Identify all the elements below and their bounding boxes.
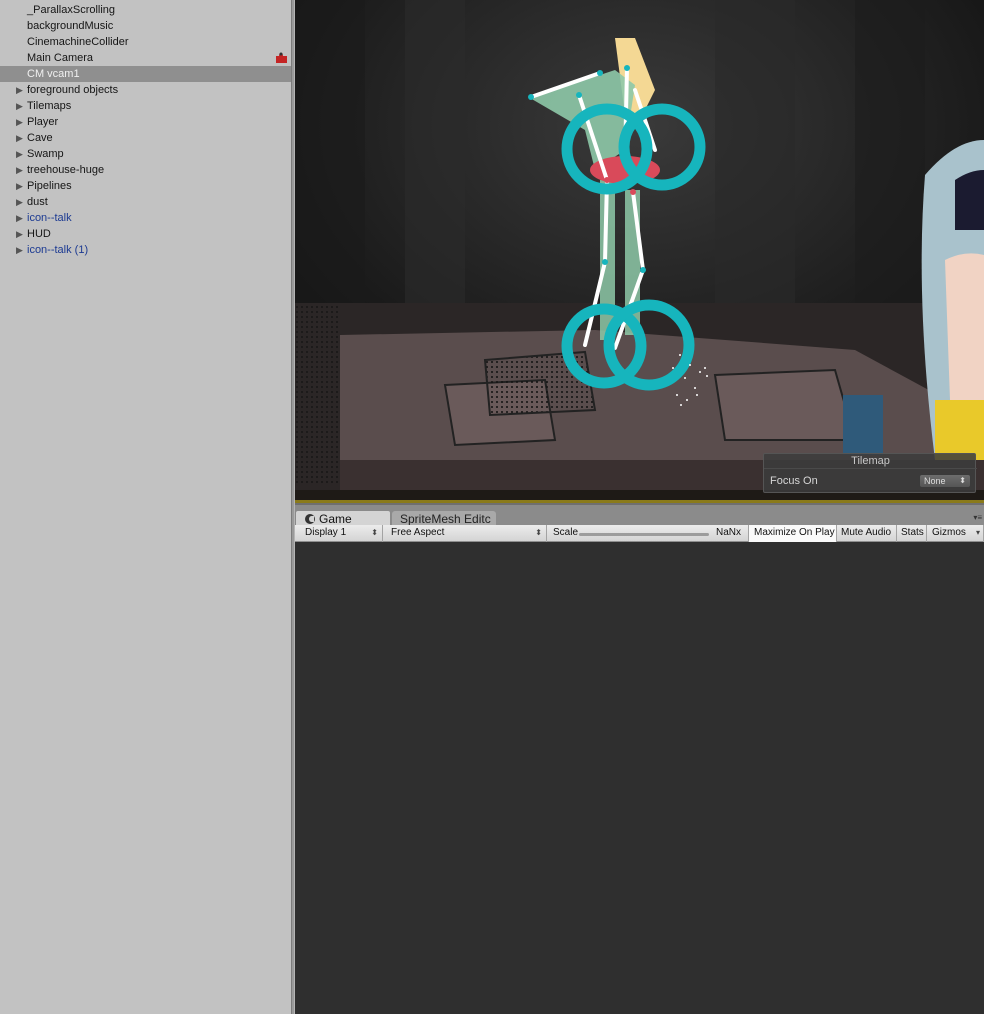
hierarchy-panel: _ParallaxScrolling backgroundMusic Cinemac… (0, 0, 291, 1014)
hierarchy-item[interactable]: ▶ HUD (0, 226, 291, 242)
hierarchy-item-label: Player (27, 116, 59, 128)
hierarchy-item[interactable]: ▶ Player (0, 114, 291, 130)
focus-on-value: None (924, 476, 946, 486)
gizmos-dropdown[interactable]: Gizmos ▾ (927, 525, 984, 542)
focus-on-label: Focus On (770, 475, 818, 487)
dropdown-caret-icon: ⬍ (535, 528, 542, 537)
triangle-right-icon[interactable]: ▶ (16, 82, 26, 98)
dropdown-caret-icon: ⬍ (371, 528, 378, 537)
dropdown-caret-icon: ▾ (975, 528, 980, 537)
tab-game-label: Game (319, 512, 352, 526)
hierarchy-item-label: backgroundMusic (27, 20, 114, 32)
hierarchy-item[interactable]: CinemachineCollider (0, 34, 291, 50)
hierarchy-item[interactable]: ▶ Swamp (0, 146, 291, 162)
hierarchy-item[interactable]: backgroundMusic (0, 18, 291, 34)
puzzle-piece-icon (276, 52, 287, 63)
hierarchy-item[interactable]: ▶ foreground objects (0, 82, 291, 98)
tilemap-title: Tilemap (764, 455, 977, 469)
game-toolbar: Display 1 ⬍ Free Aspect ⬍ Scale NaNx Max… (295, 525, 984, 542)
hierarchy-item-label: treehouse-huge (27, 164, 105, 176)
hierarchy-item-label: Main Camera (27, 52, 94, 64)
display-dropdown-label: Display 1 (305, 527, 347, 538)
pacman-icon (305, 514, 315, 524)
aspect-dropdown[interactable]: Free Aspect ⬍ (385, 525, 547, 542)
triangle-right-icon[interactable]: ▶ (16, 226, 26, 242)
stats-button[interactable]: Stats (897, 525, 927, 542)
triangle-right-icon[interactable]: ▶ (16, 146, 26, 162)
focus-on-dropdown[interactable]: None ⬍ (919, 474, 971, 488)
hierarchy-item-label: Tilemaps (27, 100, 72, 112)
display-dropdown[interactable]: Display 1 ⬍ (299, 525, 383, 542)
scale-value: NaNx (716, 527, 742, 538)
triangle-right-icon[interactable]: ▶ (16, 210, 26, 226)
scale-slider[interactable] (579, 533, 709, 536)
hierarchy-item-label: foreground objects (27, 84, 119, 96)
triangle-right-icon[interactable]: ▶ (16, 98, 26, 114)
triangle-right-icon[interactable]: ▶ (16, 162, 26, 178)
hierarchy-item-label: dust (27, 196, 48, 208)
gizmos-label: Gizmos (932, 527, 966, 538)
hierarchy-item[interactable]: ▶ treehouse-huge (0, 162, 291, 178)
hierarchy-item-label: Swamp (27, 148, 64, 160)
triangle-right-icon[interactable]: ▶ (16, 130, 26, 146)
tab-spritemesh-label: SpriteMesh Editc (400, 512, 491, 526)
hierarchy-item-label: CinemachineCollider (27, 36, 129, 48)
hierarchy-item-label: icon--talk (27, 212, 72, 224)
hierarchy-item-label: Pipelines (27, 180, 72, 192)
triangle-right-icon[interactable]: ▶ (16, 242, 26, 258)
aspect-dropdown-label: Free Aspect (391, 527, 445, 538)
tilemap-overlay: Tilemap Focus On None ⬍ (763, 453, 977, 493)
game-tab-bar: Game SpriteMesh Editc ▾≡ (295, 503, 984, 527)
hierarchy-item[interactable]: CM vcam1 (0, 66, 291, 82)
hierarchy-item[interactable]: ▶ icon--talk (0, 210, 291, 226)
hierarchy-item-label: Cave (27, 132, 53, 144)
triangle-right-icon[interactable]: ▶ (16, 194, 26, 210)
hierarchy-item[interactable]: ▶ icon--talk (1) (0, 242, 291, 258)
scene-view[interactable] (295, 0, 984, 503)
hierarchy-item-label: HUD (27, 228, 51, 240)
dropdown-caret-icon: ⬍ (959, 476, 966, 485)
triangle-right-icon[interactable]: ▶ (16, 178, 26, 194)
scene-canvas (295, 0, 984, 503)
hierarchy-item-label: _ParallaxScrolling (27, 4, 116, 16)
hierarchy-item[interactable]: Main Camera (0, 50, 291, 66)
hierarchy-item[interactable]: ▶ Pipelines (0, 178, 291, 194)
hierarchy-item-label: CM vcam1 (27, 68, 80, 80)
mute-audio-button[interactable]: Mute Audio (837, 525, 897, 542)
scale-label: Scale (553, 527, 579, 538)
hierarchy-item[interactable]: _ParallaxScrolling (0, 2, 291, 18)
hierarchy-item[interactable]: ▶ dust (0, 194, 291, 210)
tab-menu-icon[interactable]: ▾≡ (973, 513, 982, 522)
hierarchy-item-label: icon--talk (1) (27, 244, 89, 256)
game-view[interactable] (295, 543, 984, 1014)
hierarchy-item[interactable]: ▶ Tilemaps (0, 98, 291, 114)
scale-control: Scale NaNx (547, 525, 749, 542)
triangle-right-icon[interactable]: ▶ (16, 114, 26, 130)
hierarchy-item[interactable]: ▶ Cave (0, 130, 291, 146)
maximize-on-play-button[interactable]: Maximize On Play (749, 525, 837, 542)
